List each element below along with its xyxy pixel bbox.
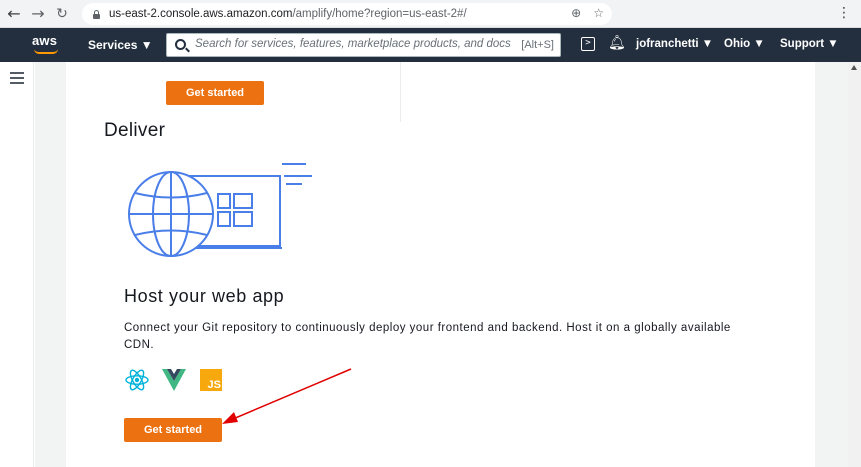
back-arrow-icon[interactable]: ←	[4, 4, 24, 24]
services-menu[interactable]: Services ▼	[88, 38, 153, 52]
hamburger-menu-icon[interactable]	[10, 72, 24, 84]
react-icon	[125, 369, 149, 391]
card-description: Connect your Git repository to continuou…	[124, 322, 731, 351]
reload-icon[interactable]: ↻	[52, 4, 72, 24]
vue-icon	[162, 369, 186, 391]
main-content: Get started Deliver Host your web app Co…	[66, 62, 815, 467]
cloudshell-icon[interactable]: >	[581, 37, 595, 51]
forward-arrow-icon[interactable]: →	[28, 4, 48, 24]
get-started-button[interactable]: Get started	[124, 418, 222, 442]
side-rail	[0, 62, 34, 467]
browser-toolbar: ← → ↻ us-east-2.console.aws.amazon.com/a…	[0, 0, 861, 28]
star-icon[interactable]: ☆	[593, 6, 604, 20]
search-box[interactable]: [Alt+S]	[166, 33, 561, 57]
host-web-app-illustration	[128, 163, 312, 257]
region-menu[interactable]: Ohio ▼	[724, 38, 765, 50]
javascript-icon: JS	[200, 369, 222, 391]
kebab-menu-icon[interactable]: ⋮	[837, 5, 851, 21]
bell-icon[interactable]: 🔔︎	[608, 35, 626, 51]
lock-icon	[92, 9, 101, 19]
zoom-icon[interactable]: ⊕	[571, 6, 581, 20]
search-input[interactable]	[195, 38, 515, 50]
left-gutter	[35, 62, 66, 467]
aws-logo[interactable]: aws	[32, 32, 62, 56]
url-path: /amplify/home?region=us-east-2#/	[292, 8, 467, 20]
aws-top-nav: aws Services ▼ [Alt+S] > 🔔︎ jofranchetti…	[0, 28, 861, 62]
support-menu[interactable]: Support ▼	[780, 38, 839, 50]
search-icon	[175, 39, 186, 50]
framework-icons: JS	[124, 367, 222, 393]
card-title: Host your web app	[124, 286, 285, 306]
url-host: us-east-2.console.aws.amazon.com	[109, 8, 293, 20]
search-shortcut: [Alt+S]	[521, 39, 554, 51]
section-heading-deliver: Deliver	[104, 120, 166, 141]
js-badge-text: JS	[207, 379, 221, 391]
aws-logo-text: aws	[32, 33, 58, 48]
scroll-up-arrow-icon[interactable]	[851, 65, 857, 70]
aws-smile-icon	[34, 49, 58, 54]
right-gutter	[815, 62, 848, 467]
address-bar[interactable]: us-east-2.console.aws.amazon.com/amplify…	[82, 3, 612, 25]
scrollbar[interactable]	[848, 62, 861, 467]
account-menu[interactable]: jofranchetti ▼	[636, 38, 713, 50]
get-started-button-top[interactable]: Get started	[166, 81, 264, 105]
column-divider	[400, 62, 401, 122]
